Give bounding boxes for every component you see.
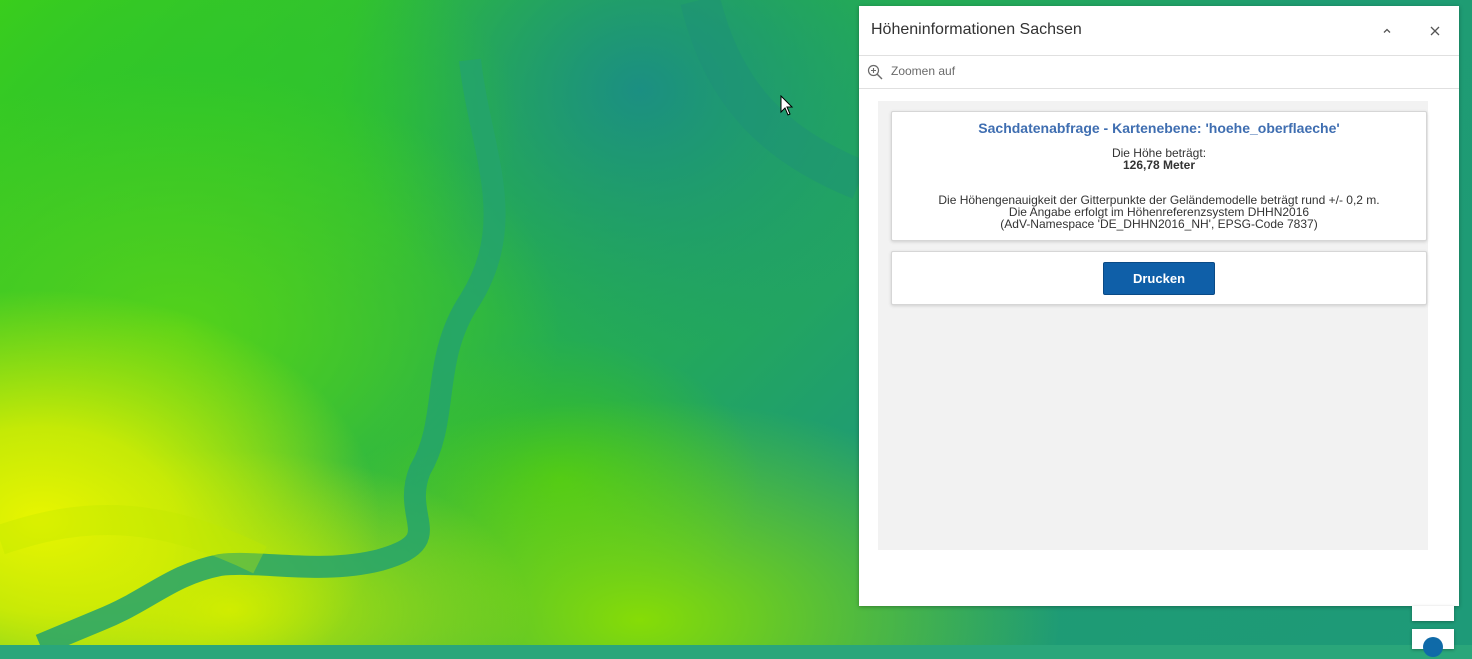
help-icon xyxy=(1423,637,1443,657)
mouse-cursor-icon xyxy=(780,95,794,116)
collapse-button[interactable] xyxy=(1375,19,1399,43)
close-button[interactable] xyxy=(1423,19,1447,43)
close-icon xyxy=(1430,26,1440,36)
panel-title: Höheninformationen Sachsen xyxy=(871,21,1082,38)
namespace-note: (AdV-Namespace 'DE_DHHN2016_NH', EPSG-Co… xyxy=(1000,217,1318,231)
panel-toolbar: Zoomen auf xyxy=(859,56,1459,89)
query-result-area: Sachdatenabfrage - Kartenebene: 'hoehe_o… xyxy=(878,101,1428,550)
print-button[interactable]: Drucken xyxy=(1103,262,1215,295)
chevron-up-icon xyxy=(1383,28,1391,33)
map-side-button[interactable] xyxy=(1412,606,1454,621)
panel-header: Höheninformationen Sachsen xyxy=(859,6,1459,56)
hoeheninformationen-panel: Höheninformationen Sachsen Zoomen auf Sa… xyxy=(859,6,1459,606)
zoom-to-button[interactable]: Zoomen auf xyxy=(891,64,955,78)
help-button[interactable] xyxy=(1412,629,1454,657)
query-result-title: Sachdatenabfrage - Kartenebene: 'hoehe_o… xyxy=(978,120,1340,136)
query-result-card: Sachdatenabfrage - Kartenebene: 'hoehe_o… xyxy=(891,111,1427,241)
print-card: Drucken xyxy=(891,251,1427,305)
zoom-in-icon[interactable] xyxy=(867,64,883,80)
height-value: 126,78 Meter xyxy=(1122,158,1196,172)
